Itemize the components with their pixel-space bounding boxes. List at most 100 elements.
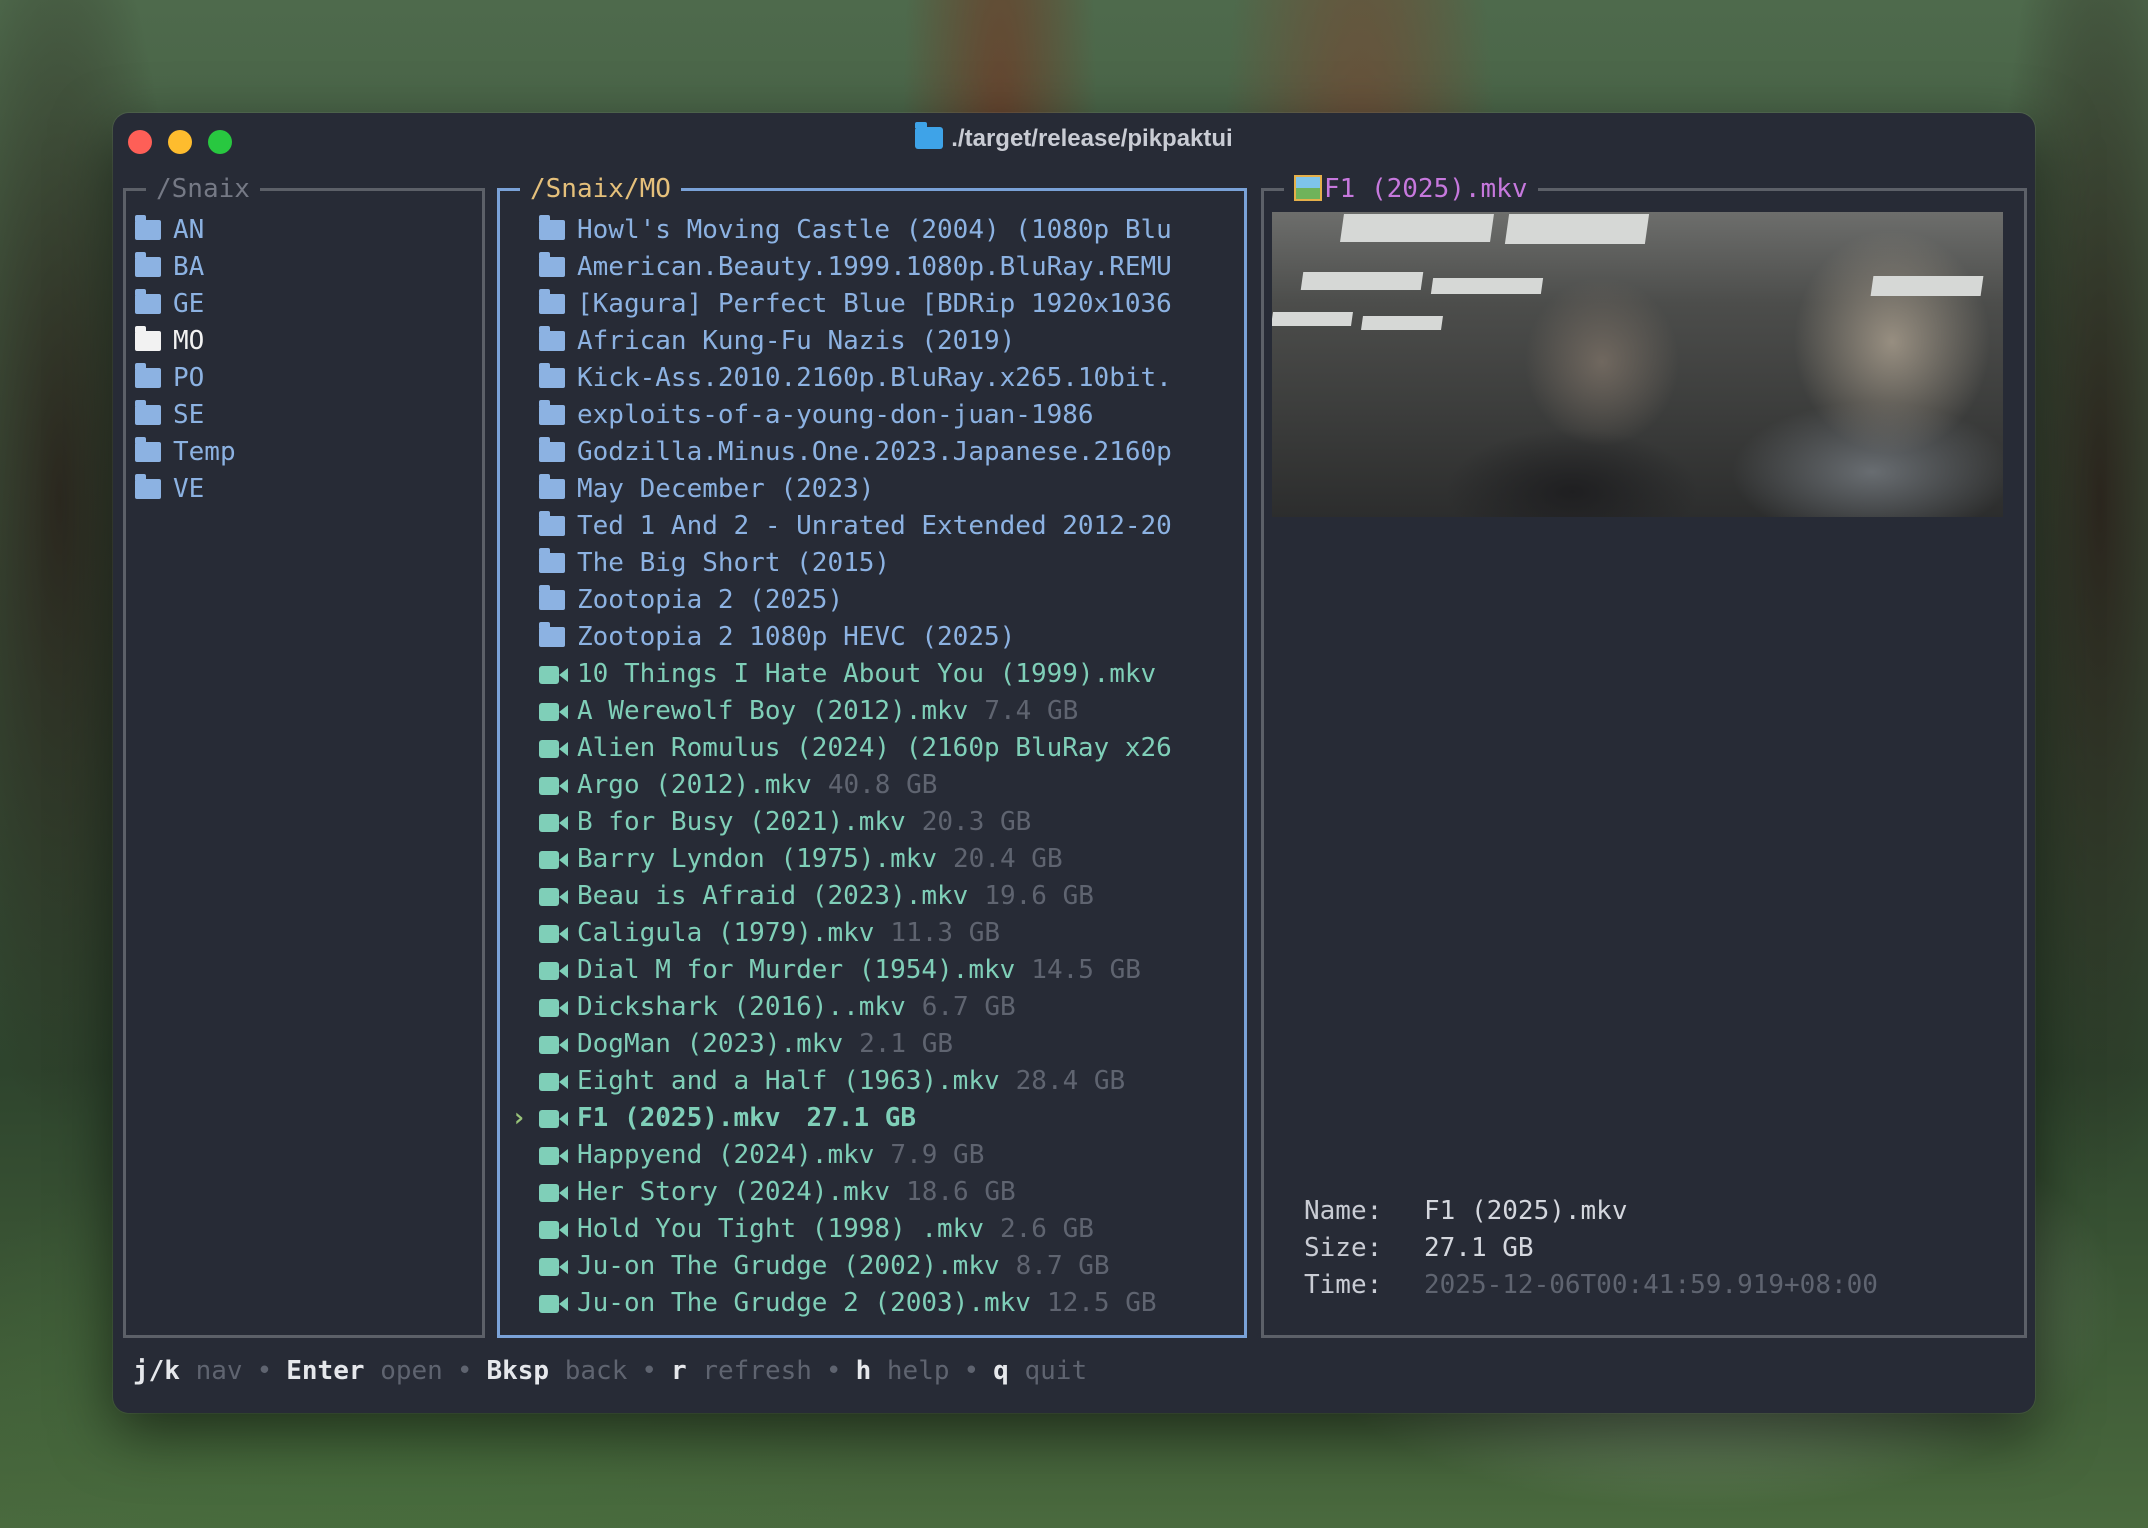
parent-dir-item[interactable]: Temp bbox=[126, 434, 482, 471]
item-name: Barry Lyndon (1975).mkv bbox=[577, 844, 938, 874]
file-list-item[interactable]: Ju-on The Grudge (2002).mkv 8.7 GB bbox=[500, 1248, 1244, 1285]
folder-list-item[interactable]: May December (2023) bbox=[500, 471, 1244, 508]
preview-pane-title: F1 (2025).mkv bbox=[1284, 171, 1538, 207]
parent-dir-item[interactable]: MO bbox=[126, 323, 482, 360]
item-size: 18.6 GB bbox=[906, 1177, 1016, 1207]
folder-list-item[interactable]: Howl's Moving Castle (2004) (1080p Blu bbox=[500, 212, 1244, 249]
file-list: Howl's Moving Castle (2004) (1080p Blu Am… bbox=[500, 212, 1244, 1322]
title-bar: ./target/release/pikpaktui bbox=[113, 113, 2035, 169]
folder-list-item[interactable]: Zootopia 2 1080p HEVC (2025) bbox=[500, 619, 1244, 656]
folder-icon bbox=[539, 474, 565, 499]
folder-list-item[interactable]: exploits-of-a-young-don-juan-1986 bbox=[500, 397, 1244, 434]
folder-list-item[interactable]: African Kung-Fu Nazis (2019) bbox=[500, 323, 1244, 360]
folder-icon bbox=[135, 474, 161, 499]
folder-icon bbox=[539, 437, 565, 462]
file-list-item[interactable]: B for Busy (2021).mkv 20.3 GB bbox=[500, 804, 1244, 841]
item-name: Alien Romulus (2024) (2160p BluRay x26 bbox=[577, 733, 1172, 763]
meta-time-value: 2025-12-06T00:41:59.919+08:00 bbox=[1424, 1270, 1878, 1300]
video-file-icon bbox=[539, 1110, 568, 1128]
folder-list-item[interactable]: Ted 1 And 2 - Unrated Extended 2012-20 bbox=[500, 508, 1244, 545]
meta-time-row: Time: 2025-12-06T00:41:59.919+08:00 bbox=[1304, 1267, 1878, 1304]
item-name: Her Story (2024).mkv bbox=[577, 1177, 891, 1207]
folder-icon bbox=[135, 326, 161, 351]
video-file-icon bbox=[539, 999, 568, 1017]
file-list-item[interactable]: DogMan (2023).mkv 2.1 GB bbox=[500, 1026, 1244, 1063]
separator: • bbox=[963, 1356, 980, 1386]
item-name: The Big Short (2015) bbox=[577, 548, 891, 578]
video-thumbnail-preview bbox=[1272, 212, 2003, 517]
folder-name: PO bbox=[173, 363, 205, 393]
folder-list-item[interactable]: Zootopia 2 (2025) bbox=[500, 582, 1244, 619]
file-list-item[interactable]: Eight and a Half (1963).mkv 28.4 GB bbox=[500, 1063, 1244, 1100]
folder-icon bbox=[135, 215, 161, 240]
folder-list-item[interactable]: [Kagura] Perfect Blue [BDRip 1920x1036 bbox=[500, 286, 1244, 323]
parent-dir-item[interactable]: GE bbox=[126, 286, 482, 323]
video-file-icon bbox=[539, 814, 568, 832]
parent-dir-item[interactable]: PO bbox=[126, 360, 482, 397]
item-name: [Kagura] Perfect Blue [BDRip 1920x1036 bbox=[577, 289, 1172, 319]
folder-icon bbox=[135, 289, 161, 314]
parent-dir-item[interactable]: SE bbox=[126, 397, 482, 434]
meta-name-label: Name: bbox=[1304, 1196, 1383, 1226]
item-name: Godzilla.Minus.One.2023.Japanese.2160p bbox=[577, 437, 1172, 467]
meta-size-value: 27.1 GB bbox=[1424, 1233, 1534, 1263]
file-list-item[interactable]: Happyend (2024).mkv 7.9 GB bbox=[500, 1137, 1244, 1174]
current-directory-pane: /Snaix/MO Howl's Moving Castle (2004) (1… bbox=[497, 171, 1247, 1338]
file-list-item[interactable]: A Werewolf Boy (2012).mkv 7.4 GB bbox=[500, 693, 1244, 730]
separator: • bbox=[456, 1356, 473, 1386]
item-name: Dickshark (2016)..mkv bbox=[577, 992, 906, 1022]
folder-name: VE bbox=[173, 474, 205, 504]
file-list-item[interactable]: Caligula (1979).mkv 11.3 GB bbox=[500, 915, 1244, 952]
folder-icon bbox=[539, 215, 565, 240]
folder-list-item[interactable]: Kick-Ass.2010.2160p.BluRay.x265.10bit. bbox=[500, 360, 1244, 397]
folder-list-item[interactable]: Godzilla.Minus.One.2023.Japanese.2160p bbox=[500, 434, 1244, 471]
file-list-item[interactable]: Argo (2012).mkv 40.8 GB bbox=[500, 767, 1244, 804]
preview-pane: F1 (2025).mkv Name: F1 (2025).mkv Size: 27… bbox=[1261, 171, 2027, 1338]
window-title: ./target/release/pikpaktui bbox=[113, 122, 2035, 153]
folder-name: SE bbox=[173, 400, 205, 430]
folder-icon bbox=[539, 363, 565, 388]
item-size: 7.9 GB bbox=[890, 1140, 985, 1170]
item-name: Caligula (1979).mkv bbox=[577, 918, 875, 948]
item-name: 10 Things I Hate About You (1999).mkv bbox=[577, 659, 1157, 689]
folder-name: MO bbox=[173, 326, 205, 356]
item-name: F1 (2025).mkv bbox=[577, 1103, 781, 1133]
keybinding-key: j/k bbox=[133, 1356, 180, 1386]
file-list-item[interactable]: Ju-on The Grudge 2 (2003).mkv 12.5 GB bbox=[500, 1285, 1244, 1322]
video-file-icon bbox=[539, 851, 568, 869]
keybinding-description: nav bbox=[195, 1356, 243, 1386]
item-name: Ju-on The Grudge 2 (2003).mkv bbox=[577, 1288, 1031, 1318]
file-list-item[interactable]: › F1 (2025).mkv 27.1 GB bbox=[500, 1100, 1244, 1137]
video-file-icon bbox=[539, 925, 568, 943]
video-file-icon bbox=[539, 666, 568, 684]
meta-time-label: Time: bbox=[1304, 1270, 1383, 1300]
item-name: Happyend (2024).mkv bbox=[577, 1140, 875, 1170]
file-list-item[interactable]: Barry Lyndon (1975).mkv 20.4 GB bbox=[500, 841, 1244, 878]
file-list-item[interactable]: Dickshark (2016)..mkv 6.7 GB bbox=[500, 989, 1244, 1026]
separator: • bbox=[256, 1356, 273, 1386]
folder-list-item[interactable]: American.Beauty.1999.1080p.BluRay.REMU bbox=[500, 249, 1244, 286]
parent-dir-item[interactable]: VE bbox=[126, 471, 482, 508]
file-list-item[interactable]: Alien Romulus (2024) (2160p BluRay x26 bbox=[500, 730, 1244, 767]
item-size: 27.1 GB bbox=[806, 1103, 917, 1133]
item-size: 14.5 GB bbox=[1031, 955, 1141, 985]
current-pane-title: /Snaix/MO bbox=[520, 171, 681, 207]
separator: • bbox=[825, 1356, 842, 1386]
file-list-item[interactable]: Dial M for Murder (1954).mkv 14.5 GB bbox=[500, 952, 1244, 989]
keybinding-help-bar: j/k nav • Enter open • Bksp back • r refresh • h… bbox=[133, 1353, 1087, 1389]
keybinding-key: Bksp bbox=[486, 1356, 550, 1386]
parent-dir-item[interactable]: AN bbox=[126, 212, 482, 249]
parent-dir-item[interactable]: BA bbox=[126, 249, 482, 286]
video-file-icon bbox=[539, 1073, 568, 1091]
file-list-item[interactable]: 10 Things I Hate About You (1999).mkv bbox=[500, 656, 1244, 693]
file-list-item[interactable]: Beau is Afraid (2023).mkv 19.6 GB bbox=[500, 878, 1244, 915]
keybinding-description: refresh bbox=[702, 1356, 812, 1386]
video-file-icon bbox=[539, 740, 568, 758]
folder-list-item[interactable]: The Big Short (2015) bbox=[500, 545, 1244, 582]
item-size: 7.4 GB bbox=[984, 696, 1079, 726]
folder-icon bbox=[539, 326, 565, 351]
file-list-item[interactable]: Hold You Tight (1998) .mkv 2.6 GB bbox=[500, 1211, 1244, 1248]
file-list-item[interactable]: Her Story (2024).mkv 18.6 GB bbox=[500, 1174, 1244, 1211]
keybinding-description: help bbox=[886, 1356, 950, 1386]
folder-icon bbox=[539, 252, 565, 277]
